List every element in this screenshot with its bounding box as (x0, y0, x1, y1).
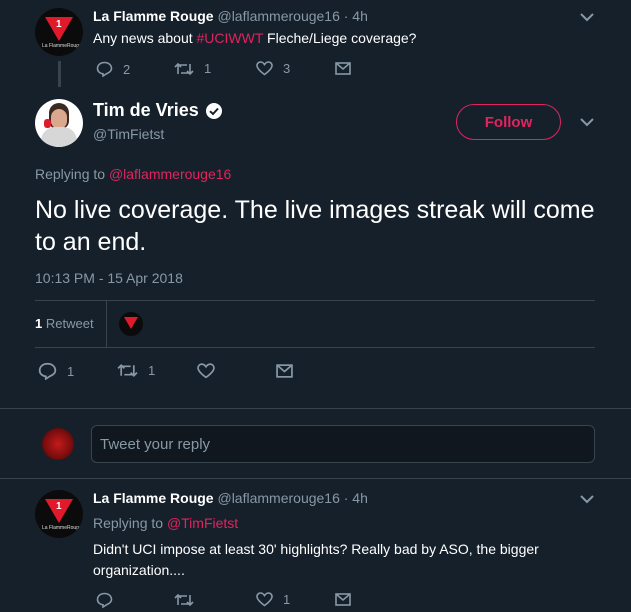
avatar-mark: 1 (56, 19, 62, 30)
reply-action[interactable]: 2 (96, 61, 130, 77)
message-action[interactable] (276, 364, 293, 378)
retweet-stat-count: 1 (35, 316, 43, 331)
tweet-text: Any news about #UCIWWT Fleche/Liege cove… (93, 30, 416, 46)
avatar-brand: La FlammeRouge (42, 43, 82, 49)
replying-to-link[interactable]: @laflammerouge16 (109, 166, 231, 182)
chevron-down-icon[interactable] (579, 114, 595, 130)
author-name[interactable]: La Flamme Rouge (93, 8, 214, 24)
like-count: 1 (283, 592, 291, 607)
reply-action[interactable]: 1 (38, 362, 74, 380)
avatar[interactable]: 1 La FlammeRouge (35, 8, 83, 56)
message-icon (335, 62, 351, 75)
retweet-count: 1 (148, 363, 156, 378)
divider (106, 301, 107, 347)
heart-icon (197, 363, 215, 379)
heart-icon (256, 592, 273, 607)
verified-icon (205, 102, 223, 120)
retweeter-avatar[interactable] (119, 312, 143, 336)
retweet-action[interactable]: 1 (117, 363, 155, 378)
like-action[interactable] (197, 363, 215, 379)
reply-icon (96, 61, 113, 77)
retweet-action[interactable]: 1 (174, 61, 211, 76)
retweet-count: 1 (204, 61, 212, 76)
tweet-text: No live coverage. The live images streak… (35, 196, 595, 256)
avatar[interactable]: 1 La FlammeRouge (35, 490, 83, 538)
tweet-text: Didn't UCI impose at least 30' highlight… (93, 541, 539, 578)
divider (0, 408, 631, 409)
retweet-icon (174, 593, 194, 607)
tweet-text-part: Any news about (93, 30, 197, 46)
reply-icon (38, 362, 57, 380)
retweet-stat[interactable]: 1 Retweet (35, 316, 94, 331)
replying-to: Replying to @laflammerouge16 (35, 166, 231, 182)
retweet-stat-label: Retweet (45, 316, 94, 331)
replying-to: Replying to @TimFietst (93, 515, 238, 531)
avatar-brand: La FlammeRouge (42, 525, 82, 531)
replying-to-label: Replying to (93, 515, 164, 531)
retweet-action[interactable] (174, 593, 194, 607)
tweet-timestamp[interactable]: 10:13 PM - 15 Apr 2018 (35, 270, 183, 286)
user-avatar[interactable] (42, 428, 74, 460)
flamme-logo-icon (124, 317, 138, 329)
like-action[interactable]: 3 (256, 61, 290, 76)
message-icon (335, 593, 351, 606)
chevron-down-icon[interactable] (579, 491, 595, 507)
thread-line (58, 61, 61, 87)
message-icon (276, 364, 293, 378)
avatar-mark: 1 (56, 501, 62, 512)
message-action[interactable] (335, 593, 351, 606)
tweet-text-part: Fleche/Liege coverage? (263, 30, 417, 46)
reply-icon (96, 592, 113, 608)
like-count: 3 (283, 61, 291, 76)
author-handle[interactable]: @TimFietst (93, 126, 164, 142)
author-handle-time: @laflammerouge16 · 4h (217, 8, 368, 24)
author-handle-time: @laflammerouge16 · 4h (217, 490, 368, 506)
author-name[interactable]: Tim de Vries (93, 100, 199, 121)
reply-count: 2 (123, 61, 131, 77)
replying-to-label: Replying to (35, 166, 106, 182)
avatar-body (41, 127, 77, 147)
retweet-icon (117, 363, 138, 378)
divider (35, 300, 595, 301)
author-name[interactable]: La Flamme Rouge (93, 490, 214, 506)
like-action[interactable]: 1 (256, 592, 290, 607)
divider (0, 478, 631, 479)
avatar-microphone (44, 119, 51, 128)
divider (35, 347, 595, 348)
heart-icon (256, 61, 273, 76)
message-action[interactable] (335, 62, 351, 75)
follow-button[interactable]: Follow (456, 104, 561, 140)
chevron-down-icon[interactable] (579, 9, 595, 25)
avatar[interactable] (35, 99, 83, 147)
avatar-face (51, 109, 67, 129)
reply-action[interactable] (96, 592, 113, 608)
reply-count: 1 (67, 363, 75, 379)
retweet-icon (174, 62, 194, 76)
hashtag-link[interactable]: #UCIWWT (197, 30, 264, 46)
reply-input[interactable]: Tweet your reply (91, 425, 595, 463)
replying-to-link[interactable]: @TimFietst (167, 515, 238, 531)
